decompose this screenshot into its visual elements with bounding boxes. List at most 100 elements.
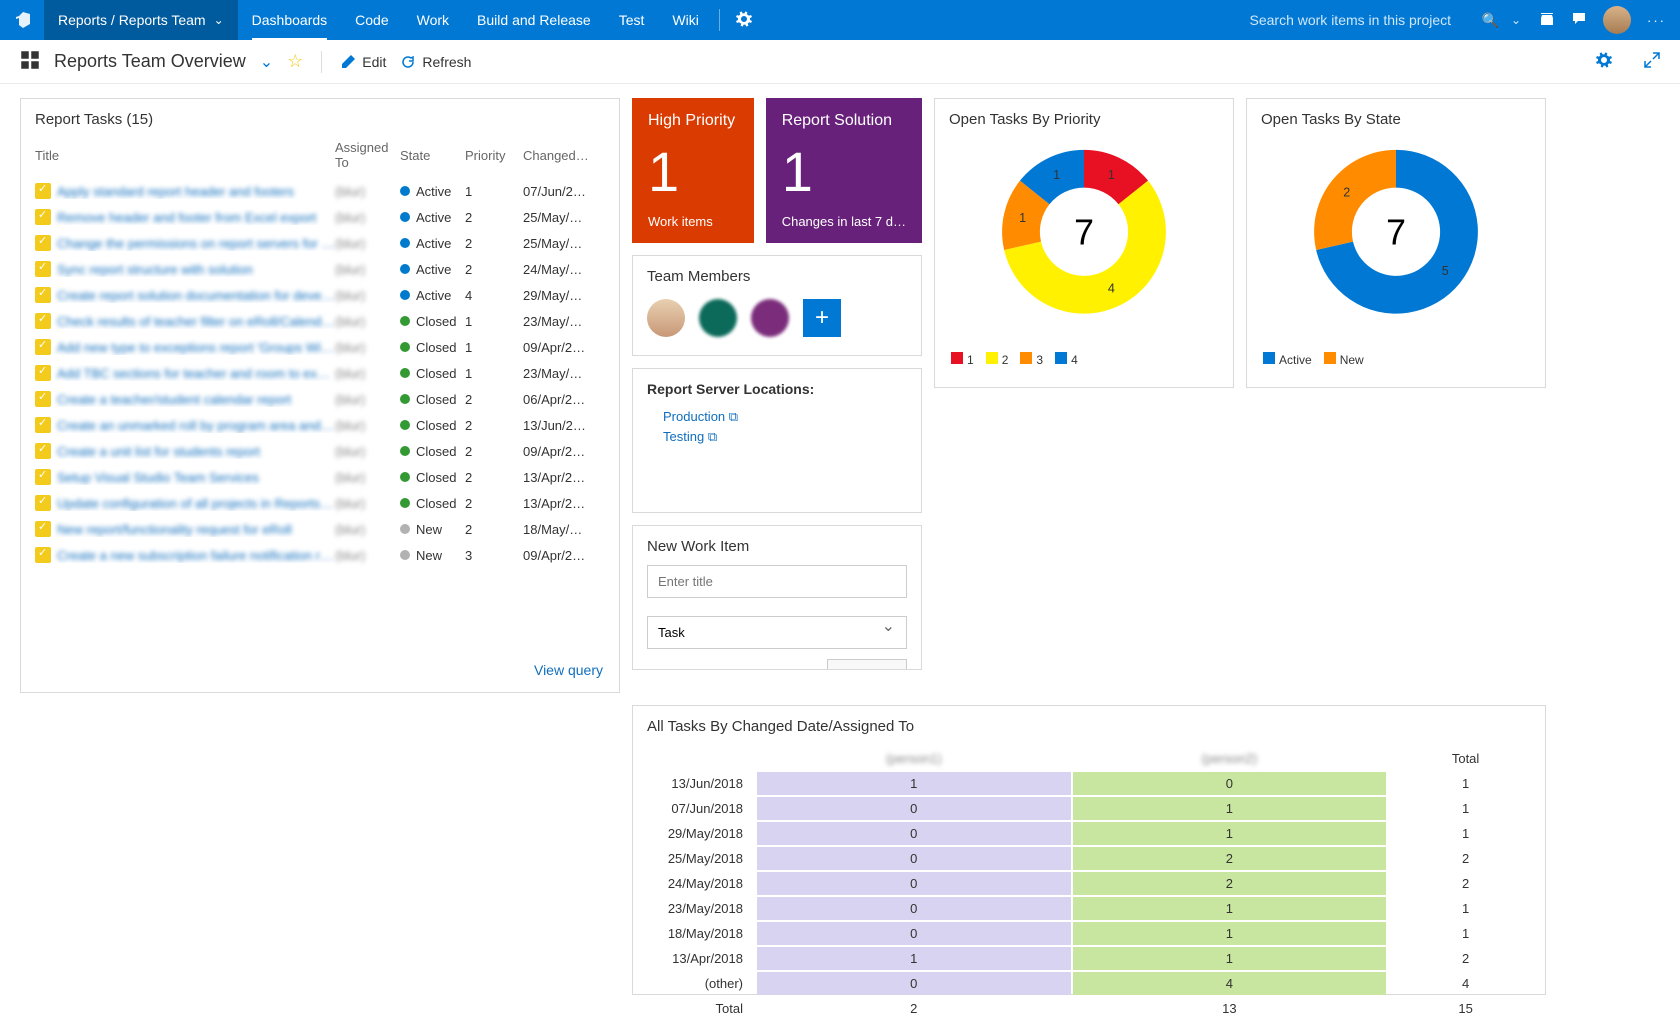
pivot-cell[interactable]: 4 (1073, 972, 1387, 995)
task-link[interactable]: Apply standard report header and footers (57, 184, 294, 199)
task-link[interactable]: Create a teacher/student calendar report (57, 392, 291, 407)
task-link[interactable]: Change the permissions on report servers… (57, 236, 335, 251)
legend-item[interactable]: New (1324, 352, 1364, 367)
pivot-cell[interactable]: 1 (1388, 797, 1543, 820)
more-icon[interactable]: ··· (1647, 13, 1666, 28)
search-icon[interactable]: 🔍 (1482, 12, 1499, 29)
task-row[interactable]: Add new type to exceptions report 'Group… (21, 334, 619, 360)
settings-icon[interactable] (726, 11, 762, 30)
task-row[interactable]: Create a new subscription failure notifi… (21, 542, 619, 568)
task-link[interactable]: Update configuration of all projects in … (57, 496, 335, 511)
member-avatar[interactable] (751, 299, 789, 337)
pivot-cell[interactable]: 0 (757, 897, 1071, 920)
pivot-cell[interactable]: 1 (1073, 947, 1387, 970)
pivot-cell[interactable]: 0 (757, 872, 1071, 895)
pivot-cell[interactable]: 2 (757, 997, 1071, 1020)
hub-tab-wiki[interactable]: Wiki (658, 0, 712, 40)
refresh-button[interactable]: Refresh (400, 54, 471, 70)
task-link[interactable]: Create an unmarked roll by program area … (57, 418, 335, 433)
task-row[interactable]: Sync report structure with solution(blur… (21, 256, 619, 282)
pivot-cell[interactable]: 1 (1388, 897, 1543, 920)
task-row[interactable]: Create an unmarked roll by program area … (21, 412, 619, 438)
pivot-cell[interactable]: 0 (757, 797, 1071, 820)
col-title[interactable]: Title (35, 148, 335, 163)
nwi-title-input[interactable] (647, 565, 907, 598)
all-tasks-pivot-widget[interactable]: All Tasks By Changed Date/Assigned To (p… (632, 705, 1546, 995)
pivot-cell[interactable]: 13 (1073, 997, 1387, 1020)
open-tasks-priority-widget[interactable]: Open Tasks By Priority 14117 1234 (934, 98, 1234, 388)
nwi-type-select[interactable] (647, 616, 907, 649)
member-avatar[interactable] (647, 299, 685, 337)
task-link[interactable]: Create a new subscription failure notifi… (57, 548, 335, 563)
pivot-cell[interactable]: 2 (1388, 847, 1543, 870)
task-link[interactable]: Create a unit list for students report (57, 444, 260, 459)
pivot-cell[interactable]: 2 (1388, 947, 1543, 970)
donut-slice[interactable] (1314, 150, 1396, 250)
task-link[interactable]: Create report solution documentation for… (57, 288, 335, 303)
legend-item[interactable]: 3 (1020, 352, 1043, 367)
pivot-cell[interactable]: 0 (757, 847, 1071, 870)
pivot-cell[interactable]: 1 (1388, 772, 1543, 795)
search-input[interactable] (1250, 12, 1470, 28)
col-state[interactable]: State (400, 148, 465, 163)
pivot-cell[interactable]: 1 (757, 947, 1071, 970)
pivot-cell[interactable]: 0 (757, 922, 1071, 945)
pivot-cell[interactable]: 1 (757, 772, 1071, 795)
favorite-star-icon[interactable]: ☆ (287, 51, 303, 72)
task-row[interactable]: Remove header and footer from Excel expo… (21, 204, 619, 230)
task-link[interactable]: New report/functionality request for eRo… (57, 522, 292, 537)
legend-item[interactable]: 2 (986, 352, 1009, 367)
edit-button[interactable]: Edit (340, 54, 386, 70)
dashboard-chevron-icon[interactable]: ⌄ (260, 52, 273, 72)
hub-tab-test[interactable]: Test (605, 0, 659, 40)
task-row[interactable]: Apply standard report header and footers… (21, 178, 619, 204)
high-priority-tile[interactable]: High Priority 1 Work items (632, 98, 754, 243)
task-link[interactable]: Add TBC sections for teacher and room to… (57, 366, 335, 381)
pivot-cell[interactable]: 2 (1073, 847, 1387, 870)
open-tasks-state-widget[interactable]: Open Tasks By State 527 ActiveNew (1246, 98, 1546, 388)
task-row[interactable]: Add TBC sections for teacher and room to… (21, 360, 619, 386)
task-row[interactable]: Update configuration of all projects in … (21, 490, 619, 516)
task-link[interactable]: Remove header and footer from Excel expo… (57, 210, 316, 225)
pivot-cell[interactable]: 1 (1073, 797, 1387, 820)
legend-item[interactable]: 1 (951, 352, 974, 367)
feedback-icon[interactable] (1571, 11, 1587, 30)
project-switcher[interactable]: Reports / Reports Team ⌄ (44, 0, 238, 40)
task-row[interactable]: Create a unit list for students report(b… (21, 438, 619, 464)
search-chevron-icon[interactable]: ⌄ (1511, 13, 1521, 27)
task-row[interactable]: Setup Visual Studio Team Services(blur)C… (21, 464, 619, 490)
pivot-cell[interactable]: 1 (1073, 922, 1387, 945)
pivot-cell[interactable]: 1 (1388, 822, 1543, 845)
loc-link-production[interactable]: Production ⧉ (647, 407, 907, 427)
fullscreen-icon[interactable] (1644, 52, 1660, 71)
pivot-cell[interactable]: 2 (1073, 872, 1387, 895)
pivot-cell[interactable]: 15 (1388, 997, 1543, 1020)
member-avatar[interactable] (699, 299, 737, 337)
nwi-create-button[interactable]: Create (827, 659, 907, 670)
view-query-link[interactable]: View query (518, 652, 619, 692)
hub-tab-work[interactable]: Work (403, 0, 463, 40)
user-avatar[interactable] (1603, 6, 1631, 34)
hub-tab-code[interactable]: Code (341, 0, 402, 40)
pivot-cell[interactable]: 0 (757, 822, 1071, 845)
pivot-cell[interactable]: 1 (1388, 922, 1543, 945)
shop-icon[interactable] (1539, 11, 1555, 30)
task-row[interactable]: New report/functionality request for eRo… (21, 516, 619, 542)
pivot-cell[interactable]: 0 (757, 972, 1071, 995)
hub-tab-dashboards[interactable]: Dashboards (238, 0, 342, 40)
report-solution-tile[interactable]: Report Solution 1 Changes in last 7 d… (766, 98, 922, 243)
col-priority[interactable]: Priority (465, 148, 523, 163)
pivot-cell[interactable]: 1 (1073, 822, 1387, 845)
vsts-logo-icon[interactable] (8, 5, 38, 35)
loc-link-testing[interactable]: Testing ⧉ (647, 427, 907, 447)
col-changed[interactable]: Changed… (523, 148, 603, 163)
task-link[interactable]: Sync report structure with solution (57, 262, 253, 277)
task-link[interactable]: Setup Visual Studio Team Services (57, 470, 259, 485)
search-box[interactable]: 🔍 ⌄ (1250, 12, 1534, 29)
pivot-cell[interactable]: 4 (1388, 972, 1543, 995)
pivot-cell[interactable]: 0 (1073, 772, 1387, 795)
pivot-cell[interactable]: 1 (1073, 897, 1387, 920)
col-assigned[interactable]: Assigned To (335, 140, 400, 170)
task-row[interactable]: Create report solution documentation for… (21, 282, 619, 308)
task-row[interactable]: Create a teacher/student calendar report… (21, 386, 619, 412)
